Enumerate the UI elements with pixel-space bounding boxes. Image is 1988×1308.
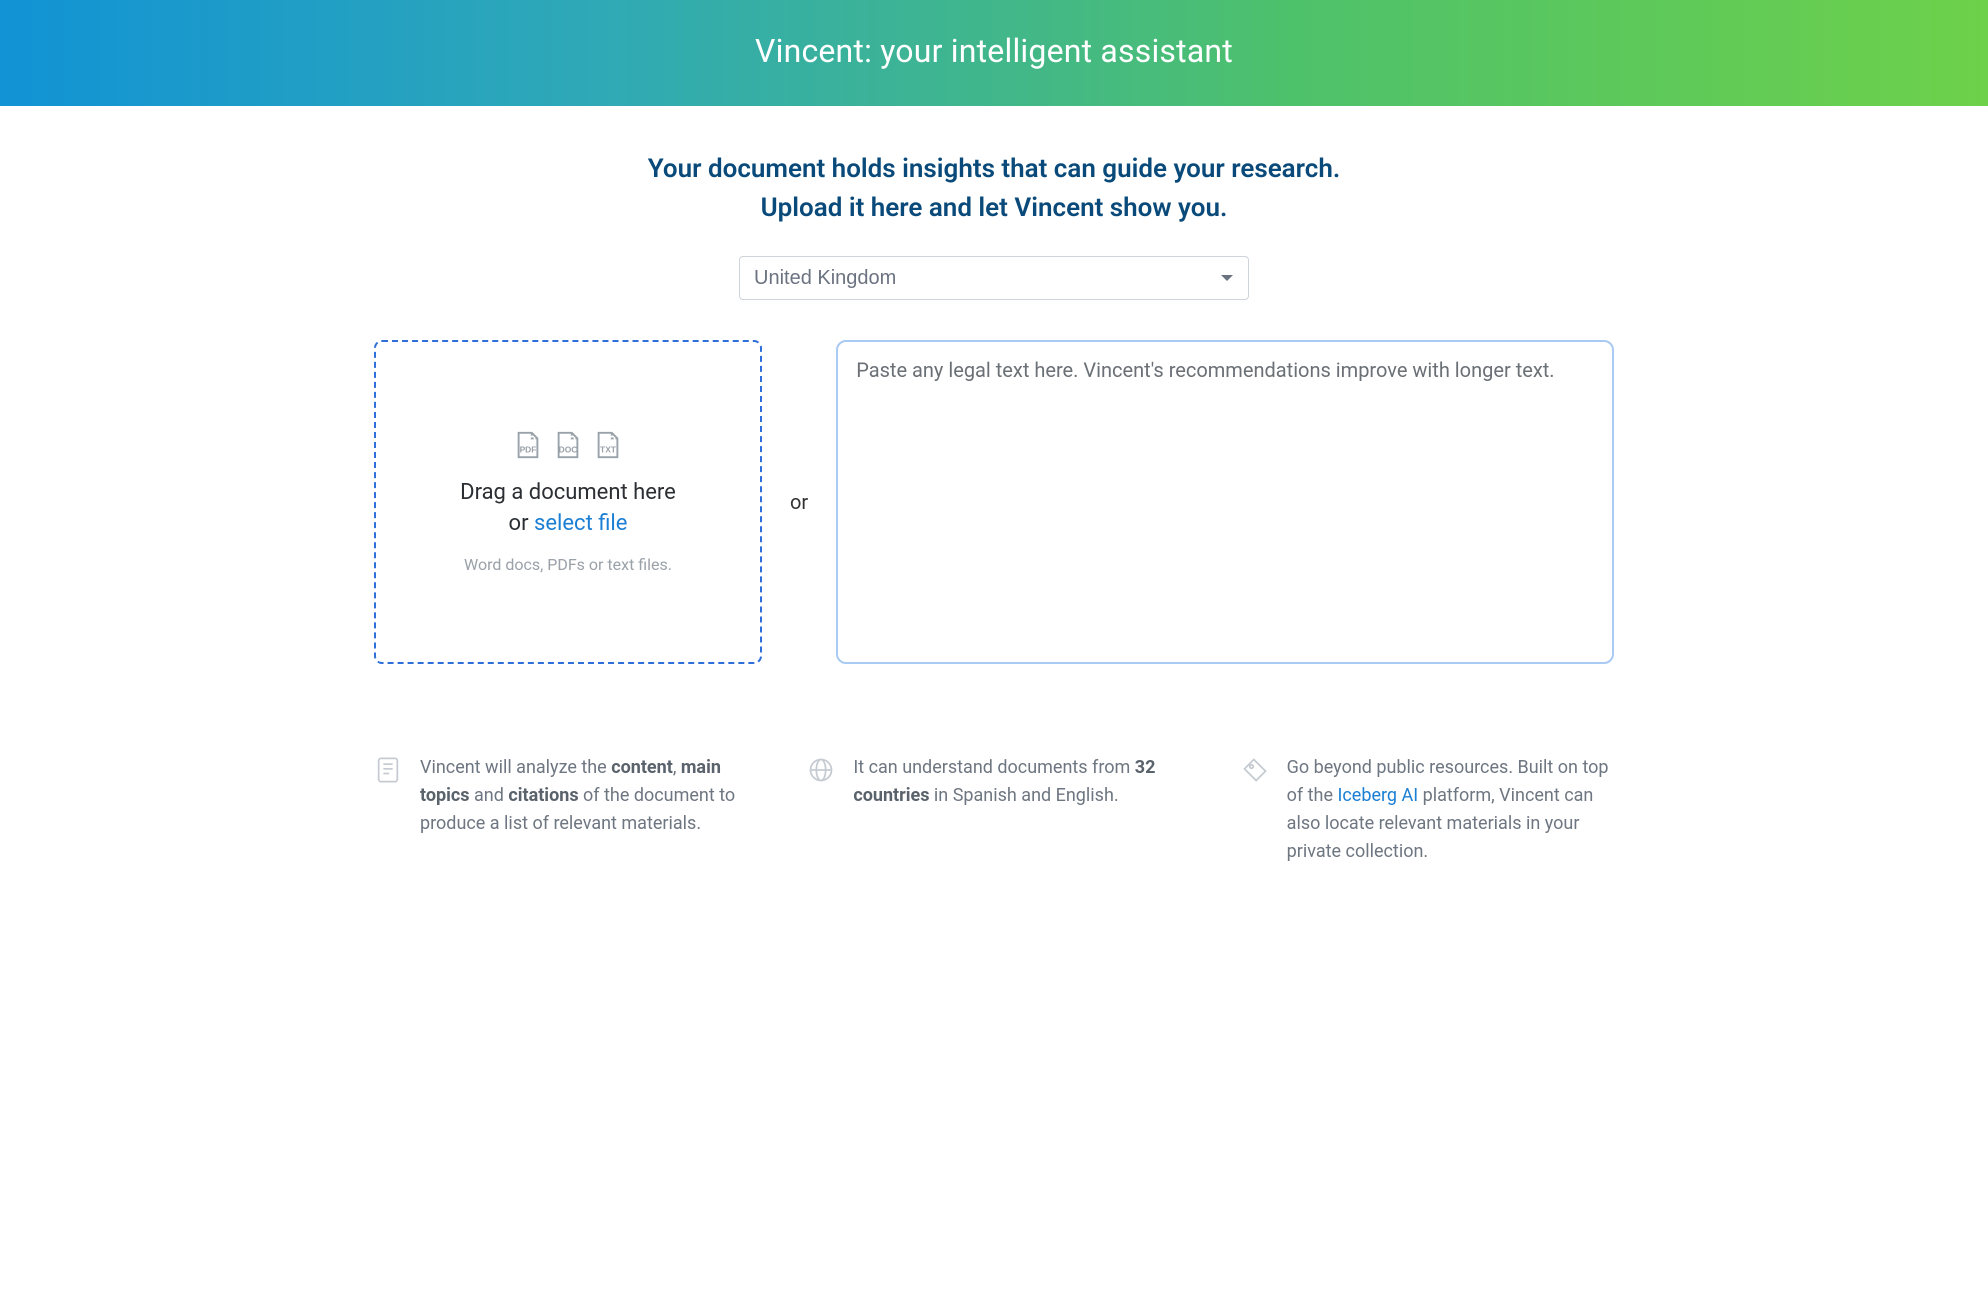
iceberg-ai-link[interactable]: Iceberg AI — [1337, 785, 1418, 806]
document-icon — [374, 756, 402, 784]
pdf-file-icon: PDF — [513, 430, 543, 460]
intro-line-2: Upload it here and let Vincent show you. — [374, 189, 1614, 228]
svg-text:PDF: PDF — [520, 444, 537, 454]
feature-analyze: Vincent will analyze the content, main t… — [374, 754, 747, 866]
tag-icon — [1241, 756, 1269, 784]
paste-text-input[interactable] — [836, 340, 1614, 664]
doc-file-icon: DOC — [553, 430, 583, 460]
svg-text:DOC: DOC — [559, 444, 578, 454]
globe-icon — [807, 756, 835, 784]
or-divider: or — [790, 490, 808, 514]
drag-or-text: or — [509, 511, 534, 536]
intro-block: Your document holds insights that can gu… — [374, 150, 1614, 228]
feature-countries: It can understand documents from 32 coun… — [807, 754, 1180, 866]
intro-line-1: Your document holds insights that can gu… — [374, 150, 1614, 189]
page-title: Vincent: your intelligent assistant — [0, 32, 1988, 70]
dropzone-text: Drag a document here or select file — [460, 478, 676, 540]
feature-iceberg-text: Go beyond public resources. Built on top… — [1287, 754, 1614, 866]
features-row: Vincent will analyze the content, main t… — [374, 754, 1614, 906]
dropzone-hint: Word docs, PDFs or text files. — [464, 555, 672, 574]
feature-analyze-text: Vincent will analyze the content, main t… — [420, 754, 747, 866]
txt-file-icon: TXT — [593, 430, 623, 460]
drag-line-1: Drag a document here — [460, 478, 676, 509]
header-banner: Vincent: your intelligent assistant — [0, 0, 1988, 106]
feature-countries-text: It can understand documents from 32 coun… — [853, 754, 1180, 866]
feature-iceberg: Go beyond public resources. Built on top… — [1241, 754, 1614, 866]
region-select[interactable]: United Kingdom — [739, 256, 1249, 300]
file-dropzone[interactable]: PDF DOC TXT Drag a document here or sele… — [374, 340, 762, 664]
select-file-link[interactable]: select file — [534, 511, 627, 536]
file-type-icons: PDF DOC TXT — [513, 430, 623, 460]
svg-text:TXT: TXT — [600, 444, 617, 454]
